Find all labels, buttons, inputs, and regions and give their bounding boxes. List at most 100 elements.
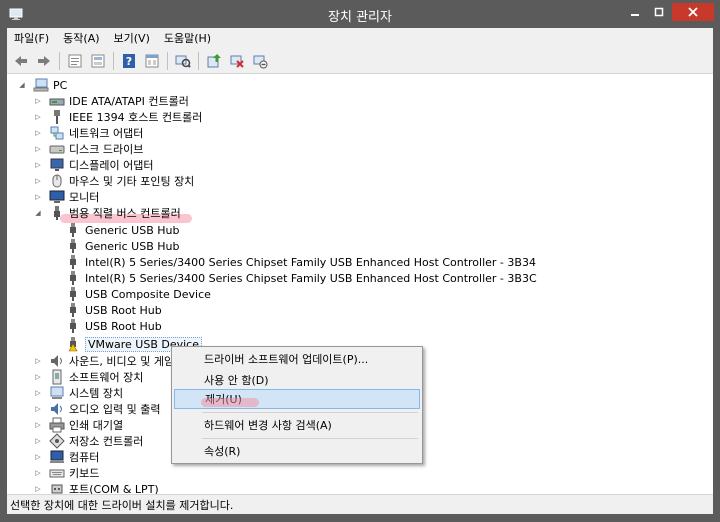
tree-item-label: PC	[53, 78, 68, 92]
tree-item-pc[interactable]: ◢ PC	[17, 77, 67, 93]
window-title: 장치 관리자	[328, 10, 392, 25]
disk-drive-icon	[49, 141, 65, 157]
menu-item-uninstall[interactable]: 제거(U)	[174, 389, 420, 409]
expand-icon[interactable]: ▷	[33, 145, 43, 153]
expand-icon[interactable]: ▷	[33, 97, 43, 105]
tree-item-monitor[interactable]: ▷ 모니터	[33, 189, 99, 205]
collapse-icon[interactable]: ◢	[33, 209, 43, 217]
tree-item-keyboard[interactable]: ▷ 키보드	[33, 465, 99, 481]
tree-item-display[interactable]: ▷ 디스플레이 어댑터	[33, 157, 153, 173]
collapse-icon[interactable]: ◢	[17, 81, 27, 89]
forward-arrow-icon	[38, 55, 50, 66]
tree-item-network[interactable]: ▷ 네트워크 어댑터	[33, 125, 143, 141]
expand-icon[interactable]: ▷	[33, 453, 43, 461]
tree-item-software[interactable]: ▷ 소프트웨어 장치	[33, 369, 143, 385]
usb-device-item[interactable]: USB Root Hub	[65, 302, 162, 318]
network-adapter-icon	[49, 125, 65, 141]
usb-device-item[interactable]: Intel(R) 5 Series/3400 Series Chipset Fa…	[65, 270, 537, 286]
status-bar: 선택한 장치에 대한 드라이버 설치를 제거합니다.	[7, 494, 713, 514]
usb-device-item[interactable]: Generic USB Hub	[65, 222, 179, 238]
title-bar: 장치 관리자	[0, 0, 720, 28]
help-button[interactable]: ?	[119, 51, 139, 71]
disable-button[interactable]	[250, 51, 270, 71]
disable-icon	[253, 55, 268, 68]
menu-item-label: 드라이버 소프트웨어 업데이트(P)...	[204, 353, 369, 366]
update-driver-button[interactable]	[204, 51, 224, 71]
toolbar-separator	[167, 51, 168, 70]
usb-device-item[interactable]: Intel(R) 5 Series/3400 Series Chipset Fa…	[65, 254, 536, 270]
expand-icon[interactable]: ▷	[33, 389, 43, 397]
properties-button[interactable]	[65, 51, 85, 71]
tree-item-sound[interactable]: ▷ 사운드, 비디오 및 게임	[33, 353, 174, 369]
menu-help[interactable]: 도움말(H)	[157, 30, 218, 46]
warning-device-icon	[65, 336, 81, 352]
expand-icon[interactable]: ▷	[33, 437, 43, 445]
usb-icon	[49, 205, 65, 221]
usb-device-item[interactable]: USB Root Hub	[65, 318, 162, 334]
close-icon	[688, 7, 698, 17]
scan-hardware-button[interactable]	[173, 51, 193, 71]
tree-item-label: 범용 직렬 버스 컨트롤러	[69, 207, 181, 220]
tree-item-audio-io[interactable]: ▷ 오디오 입력 및 출력	[33, 401, 160, 417]
computer-icon	[49, 449, 65, 465]
back-button[interactable]	[11, 51, 31, 71]
menu-item-scan-hardware[interactable]: 하드웨어 변경 사항 검색(A)	[174, 415, 420, 435]
tree-item-disk[interactable]: ▷ 디스크 드라이브	[33, 141, 143, 157]
menu-file[interactable]: 파일(F)	[7, 30, 56, 46]
menu-item-disable[interactable]: 사용 안 함(D)	[174, 370, 420, 390]
toolbar: ?	[7, 48, 713, 74]
tree-item-label: 디스플레이 어댑터	[69, 159, 154, 172]
tree-item-ide[interactable]: ▷ IDE ATA/ATAPI 컨트롤러	[33, 93, 189, 109]
tree-item-label: 시스템 장치	[69, 387, 124, 400]
expand-icon[interactable]: ▷	[33, 193, 43, 201]
menu-item-label: 하드웨어 변경 사항 검색(A)	[204, 419, 332, 432]
tree-item-system[interactable]: ▷ 시스템 장치	[33, 385, 123, 401]
expand-icon[interactable]: ▷	[33, 161, 43, 169]
tree-item-ports[interactable]: ▷ 포트(COM & LPT)	[33, 481, 158, 494]
maximize-button[interactable]	[648, 3, 670, 21]
menu-bar: 파일(F) 동작(A) 보기(V) 도움말(H)	[7, 28, 713, 48]
expand-icon[interactable]: ▷	[33, 405, 43, 413]
show-hide-button[interactable]	[88, 51, 108, 71]
minimize-button[interactable]	[624, 3, 646, 21]
back-arrow-icon	[15, 55, 27, 66]
port-icon	[49, 481, 65, 494]
expand-icon[interactable]: ▷	[33, 469, 43, 477]
usb-device-item[interactable]: Generic USB Hub	[65, 238, 179, 254]
menu-item-update-driver[interactable]: 드라이버 소프트웨어 업데이트(P)...	[174, 349, 420, 369]
tree-item-mouse[interactable]: ▷ 마우스 및 기타 포인팅 장치	[33, 173, 194, 189]
menu-action[interactable]: 동작(A)	[56, 30, 106, 46]
menu-item-properties[interactable]: 속성(R)	[174, 441, 420, 461]
tree-item-label: 인쇄 대기열	[69, 419, 124, 432]
toolbar-separator	[59, 51, 60, 70]
toolbar-separator	[198, 51, 199, 70]
menu-view[interactable]: 보기(V)	[107, 30, 157, 46]
expand-icon[interactable]: ▷	[33, 357, 43, 365]
scan-hardware-icon	[175, 55, 191, 68]
tree-item-print-queue[interactable]: ▷ 인쇄 대기열	[33, 417, 123, 433]
tree-item-label: 모니터	[69, 191, 100, 204]
tree-item-label: IDE ATA/ATAPI 컨트롤러	[69, 95, 189, 108]
expand-icon[interactable]: ▷	[33, 177, 43, 185]
tree-item-label: 키보드	[69, 467, 100, 480]
expand-icon[interactable]: ▷	[33, 129, 43, 137]
monitor-icon	[49, 189, 65, 205]
expand-icon[interactable]: ▷	[33, 113, 43, 121]
tree-item-computer[interactable]: ▷ 컴퓨터	[33, 449, 99, 465]
menu-separator	[202, 438, 418, 439]
menu-item-label: 제거(U)	[205, 393, 242, 406]
close-button[interactable]	[672, 3, 714, 21]
usb-plug-icon	[65, 286, 81, 302]
tree-item-usb-controllers[interactable]: ◢ 범용 직렬 버스 컨트롤러	[33, 205, 181, 221]
view-icon	[145, 54, 159, 67]
menu-separator	[202, 412, 418, 413]
forward-button[interactable]	[34, 51, 54, 71]
expand-icon[interactable]: ▷	[33, 421, 43, 429]
view-button[interactable]	[142, 51, 162, 71]
tree-item-storage[interactable]: ▷ 저장소 컨트롤러	[33, 433, 143, 449]
uninstall-button[interactable]	[227, 51, 247, 71]
usb-device-item[interactable]: USB Composite Device	[65, 286, 211, 302]
tree-item-ieee1394[interactable]: ▷ IEEE 1394 호스트 컨트롤러	[33, 109, 202, 125]
expand-icon[interactable]: ▷	[33, 485, 43, 493]
expand-icon[interactable]: ▷	[33, 373, 43, 381]
